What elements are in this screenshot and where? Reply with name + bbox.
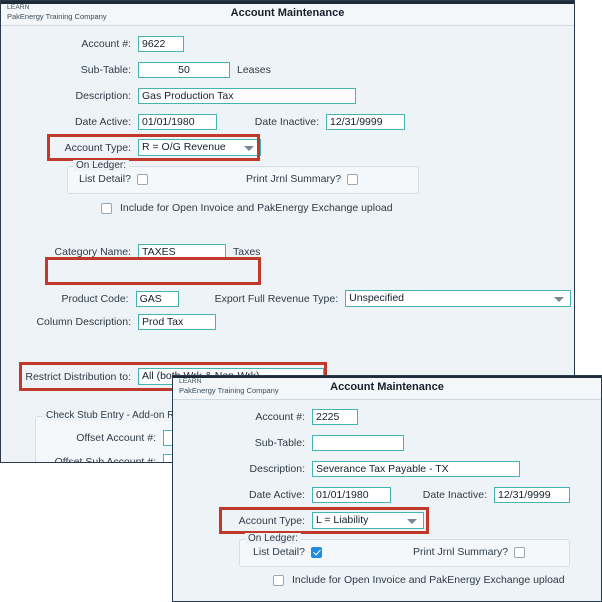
include-open-invoice-checkbox[interactable] bbox=[273, 574, 284, 586]
offset-account-label: Offset Account #: bbox=[76, 432, 156, 444]
account-number-input[interactable]: 9622 bbox=[138, 36, 184, 52]
sub-table-input[interactable]: 50 bbox=[138, 62, 230, 78]
list-detail-checkbox[interactable] bbox=[310, 546, 322, 558]
account-type-label: Account Type: bbox=[64, 141, 131, 154]
check-stub-entry-legend: Check Stub Entry - Add-on R bbox=[43, 410, 178, 421]
date-active-label: Date Active: bbox=[248, 489, 305, 501]
description-input[interactable]: Gas Production Tax bbox=[138, 88, 356, 104]
description-label: Description: bbox=[75, 90, 131, 102]
row-description: Description: Gas Production Tax bbox=[1, 88, 481, 104]
row-product-code: Product Code: GAS Export Full Revenue Ty… bbox=[1, 290, 571, 307]
row-sub-table: Sub-Table: 50 Leases bbox=[1, 62, 441, 78]
sub-table-label: Sub-Table: bbox=[254, 437, 305, 449]
window-header: LEARN PakEnergy Training Company Account… bbox=[1, 4, 574, 26]
date-inactive-label: Date Inactive: bbox=[422, 489, 487, 501]
product-code-input[interactable]: GAS bbox=[135, 290, 179, 307]
row-include-open-invoice: Include for Open Invoice and PakEnergy E… bbox=[101, 202, 393, 214]
account-type-select[interactable]: R = O/G Revenue bbox=[138, 139, 261, 156]
chevron-down-icon bbox=[554, 296, 564, 302]
print-jrnl-summary-checkbox[interactable] bbox=[347, 173, 359, 185]
print-jrnl-summary-label: Print Jrnl Summary? bbox=[413, 546, 509, 558]
column-description-label: Column Description: bbox=[36, 316, 131, 328]
column-description-input[interactable]: Prod Tax bbox=[138, 314, 216, 330]
product-code-label: Product Code: bbox=[61, 292, 129, 305]
category-name-suffix: Taxes bbox=[233, 246, 261, 258]
row-category-name: Category Name: TAXES Taxes bbox=[1, 244, 421, 260]
date-active-label: Date Active: bbox=[74, 116, 131, 128]
row-list-detail: List Detail? bbox=[253, 546, 322, 558]
date-inactive-input[interactable]: 12/31/9999 bbox=[494, 487, 570, 503]
include-open-invoice-label: Include for Open Invoice and PakEnergy E… bbox=[292, 574, 565, 586]
window-header: LEARN PakEnergy Training Company Account… bbox=[173, 378, 601, 400]
row-account-number: Account #: 2225 bbox=[173, 409, 503, 425]
account-number-input[interactable]: 2225 bbox=[312, 409, 358, 425]
account-number-label: Account #: bbox=[255, 411, 305, 423]
row-dates: Date Active: 01/01/1980 Date Inactive: 1… bbox=[173, 487, 593, 503]
account-type-select[interactable]: L = Liability bbox=[312, 512, 424, 529]
print-jrnl-summary-label: Print Jrnl Summary? bbox=[246, 173, 342, 185]
row-include-open-invoice: Include for Open Invoice and PakEnergy E… bbox=[273, 574, 565, 586]
date-inactive-label: Date Inactive: bbox=[254, 116, 319, 128]
account-number-label: Account #: bbox=[81, 38, 131, 50]
export-full-revenue-type-select[interactable]: Unspecified bbox=[345, 290, 571, 307]
date-inactive-input[interactable]: 12/31/9999 bbox=[326, 114, 405, 130]
print-jrnl-summary-checkbox[interactable] bbox=[514, 546, 526, 558]
include-open-invoice-checkbox[interactable] bbox=[101, 202, 112, 214]
row-dates: Date Active: 01/01/1980 Date Inactive: 1… bbox=[1, 114, 521, 130]
row-sub-table: Sub-Table: bbox=[173, 435, 503, 451]
account-maintenance-window-secondary[interactable]: LEARN PakEnergy Training Company Account… bbox=[172, 375, 602, 602]
description-input[interactable]: Severance Tax Payable - TX bbox=[312, 461, 520, 477]
restrict-distribution-label: Restrict Distribution to: bbox=[25, 370, 131, 383]
list-detail-checkbox[interactable] bbox=[136, 173, 148, 185]
sub-table-input[interactable] bbox=[312, 435, 404, 451]
list-detail-label: List Detail? bbox=[79, 173, 131, 185]
on-ledger-legend: On Ledger: bbox=[245, 533, 302, 544]
category-name-label: Category Name: bbox=[54, 246, 131, 258]
list-detail-label: List Detail? bbox=[253, 546, 305, 558]
page-title: Account Maintenance bbox=[330, 381, 444, 393]
on-ledger-legend: On Ledger: bbox=[73, 160, 130, 171]
row-list-detail: List Detail? bbox=[79, 173, 148, 185]
chevron-down-icon bbox=[244, 145, 254, 151]
annotation-category-name bbox=[45, 257, 261, 285]
row-column-description: Column Description: Prod Tax bbox=[1, 314, 421, 330]
chevron-down-icon bbox=[407, 518, 417, 524]
include-open-invoice-label: Include for Open Invoice and PakEnergy E… bbox=[120, 202, 393, 214]
form-body: Account #: 2225 Sub-Table: Description: … bbox=[173, 400, 601, 601]
account-type-value: L = Liability bbox=[316, 514, 369, 526]
export-full-revenue-type-label: Export Full Revenue Type: bbox=[214, 292, 339, 305]
sub-table-label: Sub-Table: bbox=[80, 64, 131, 76]
category-name-input[interactable]: TAXES bbox=[138, 244, 226, 260]
row-description: Description: Severance Tax Payable - TX bbox=[173, 461, 573, 477]
account-type-label: Account Type: bbox=[238, 514, 305, 527]
row-print-jrnl-summary: Print Jrnl Summary? bbox=[246, 173, 359, 185]
date-active-input[interactable]: 01/01/1980 bbox=[138, 114, 217, 130]
row-account-type: Account Type: L = Liability bbox=[173, 512, 503, 529]
description-label: Description: bbox=[249, 463, 305, 475]
row-account-number: Account #: 9622 bbox=[1, 36, 421, 52]
offset-sub-account-label: Offset Sub Account #: bbox=[54, 456, 156, 463]
screen-root: LEARN PakEnergy Training Company Account… bbox=[0, 0, 602, 602]
row-print-jrnl-summary: Print Jrnl Summary? bbox=[413, 546, 526, 558]
sub-table-suffix: Leases bbox=[237, 64, 271, 76]
account-type-value: R = O/G Revenue bbox=[142, 141, 226, 153]
date-active-input[interactable]: 01/01/1980 bbox=[312, 487, 391, 503]
page-title: Account Maintenance bbox=[230, 7, 345, 19]
export-full-revenue-type-value: Unspecified bbox=[349, 292, 405, 304]
row-account-type: Account Type: R = O/G Revenue bbox=[1, 139, 421, 156]
